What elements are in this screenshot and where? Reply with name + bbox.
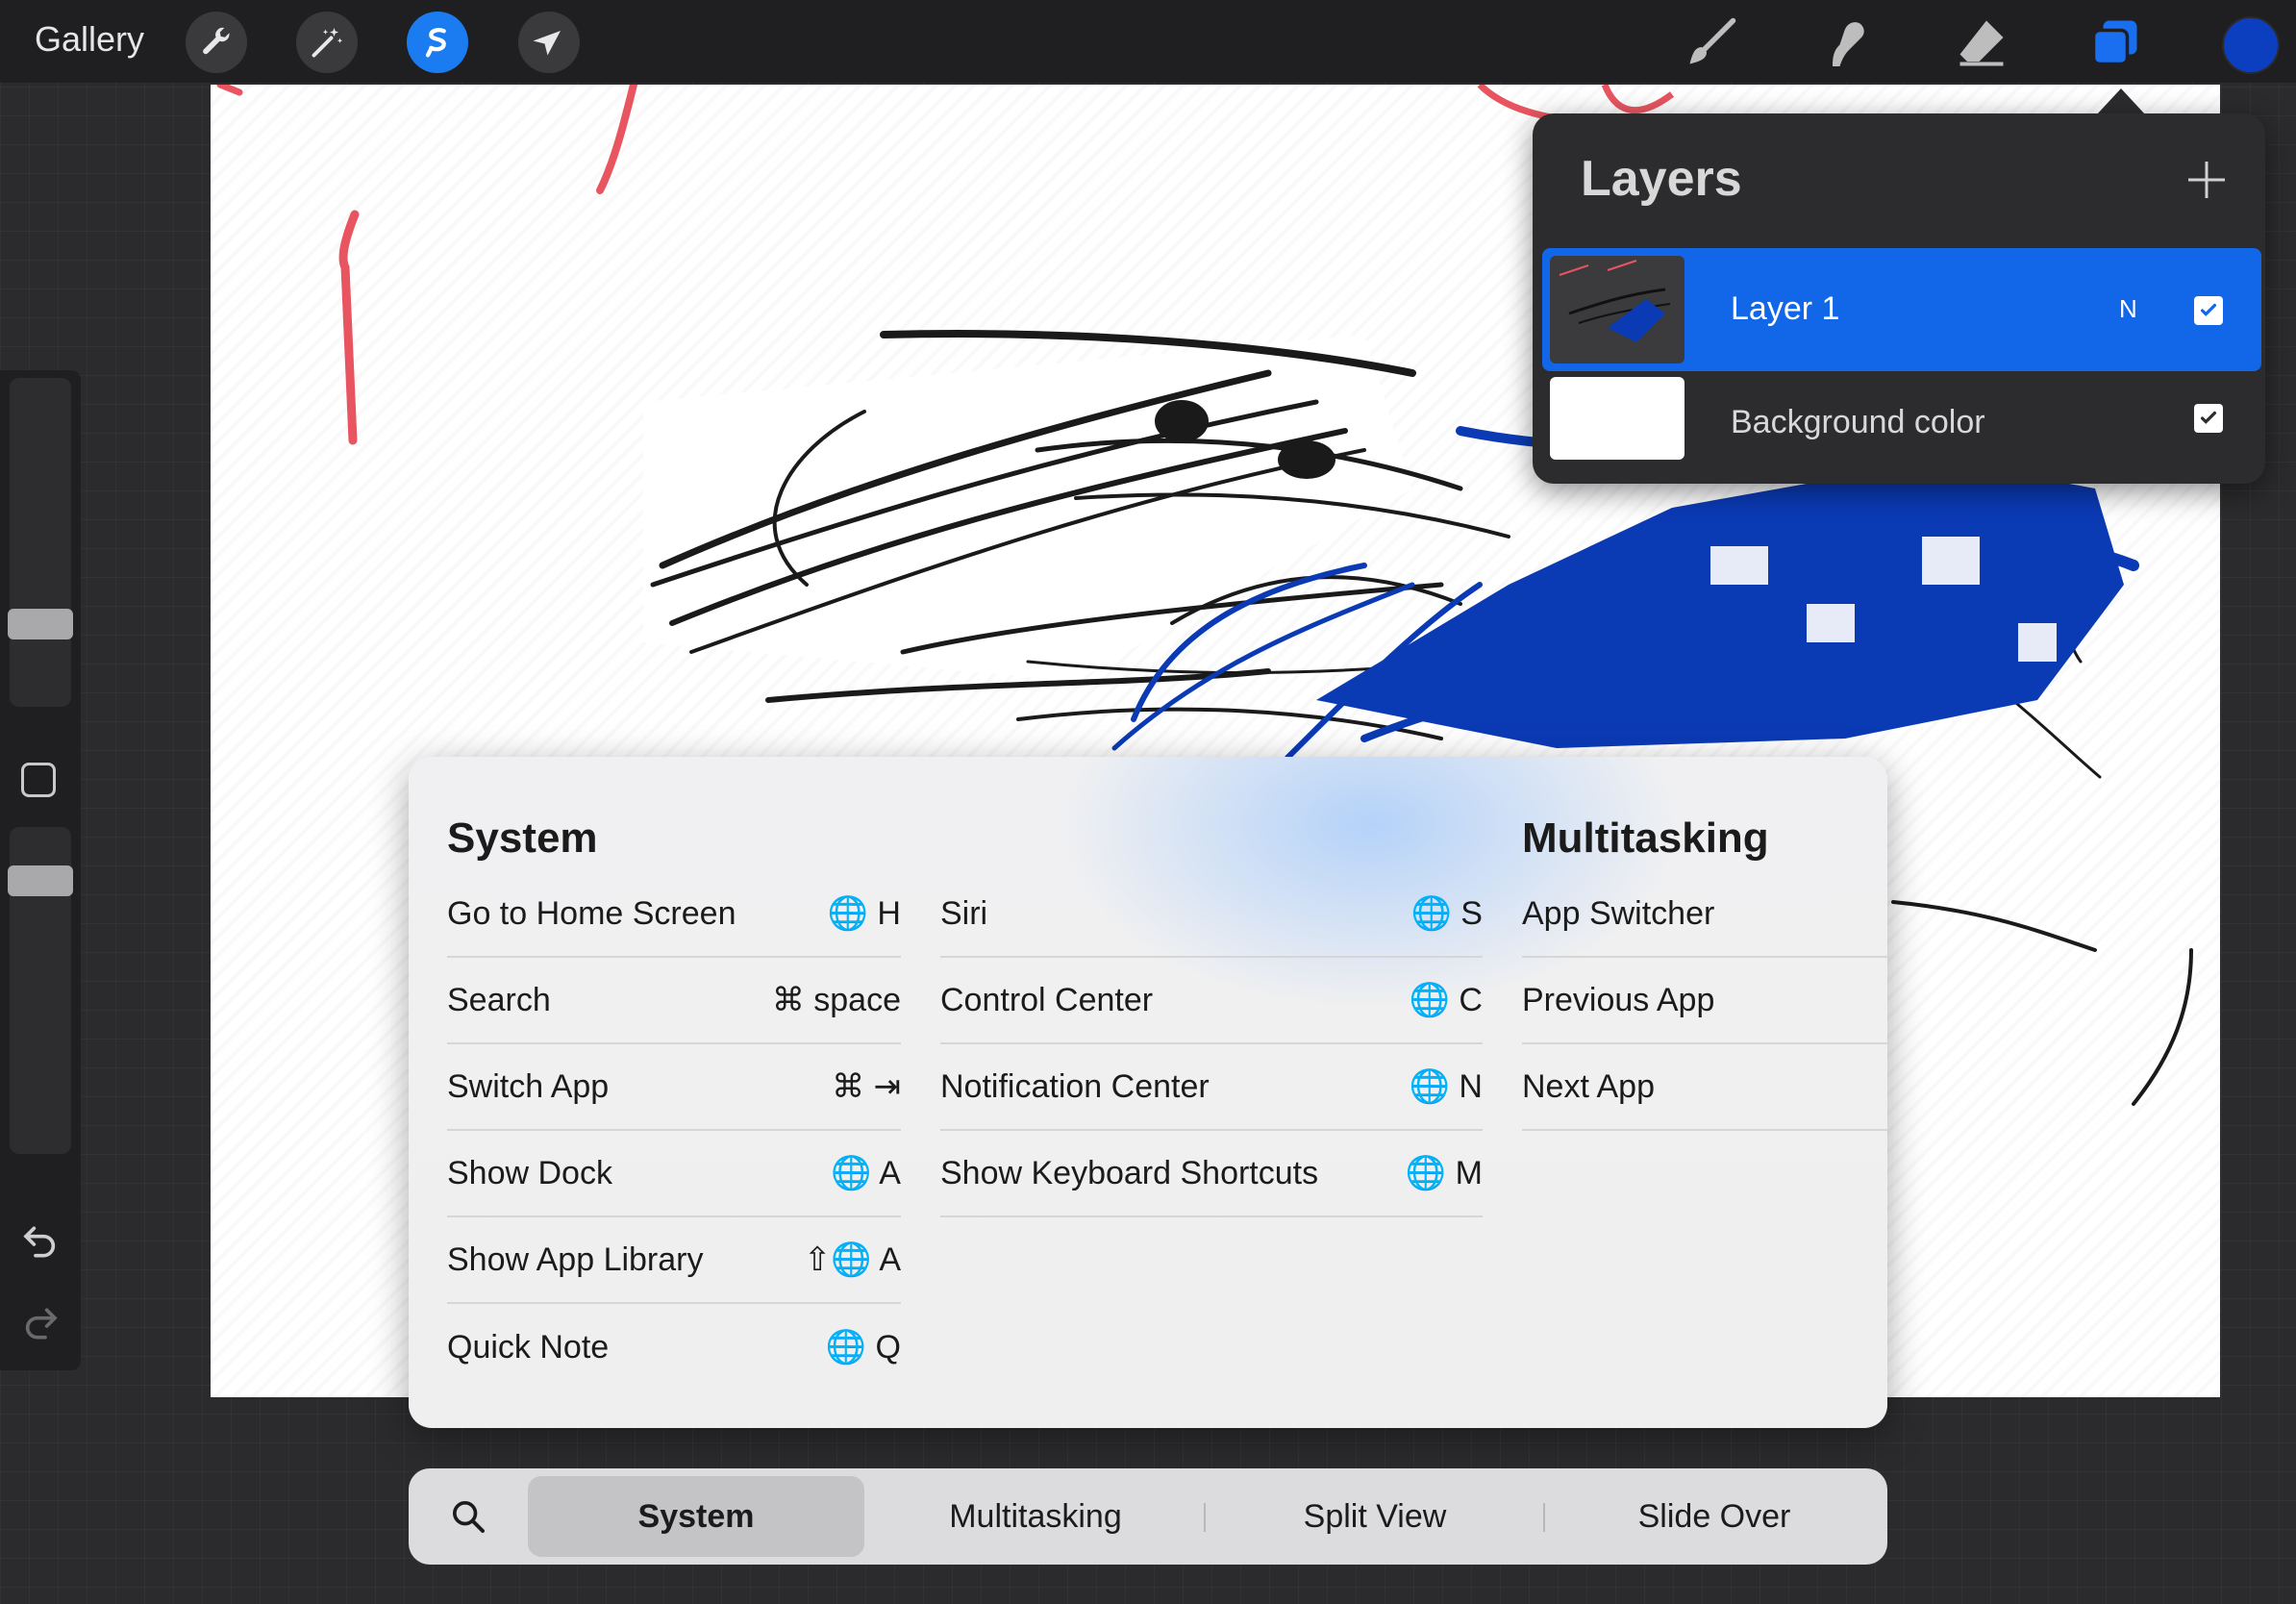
opacity-thumb[interactable] (8, 865, 73, 896)
shortcut-label: Control Center (940, 981, 1154, 1018)
shortcut-row[interactable]: Switch App ⌘ ⇥ (447, 1044, 901, 1131)
adjustments-button[interactable] (296, 12, 358, 73)
shortcut-key: ⌘ space (771, 982, 901, 1018)
selection-icon (425, 28, 446, 58)
checkmark-icon (2200, 303, 2217, 316)
keyboard-shortcuts-panel: System Multitasking Go to Home Screen 🌐 … (409, 757, 1887, 1428)
search-button[interactable] (449, 1497, 487, 1536)
shortcut-label: Next App (1522, 1067, 1655, 1105)
selection-button[interactable] (407, 12, 468, 73)
shortcut-row[interactable]: Go to Home Screen 🌐 H (447, 871, 901, 958)
layers-icon (2091, 20, 2137, 66)
shortcut-label: Siri (940, 894, 988, 932)
arrow-cursor-icon (533, 31, 561, 56)
layer-name: Background color (1731, 404, 1985, 440)
shortcut-row[interactable]: Show Keyboard Shortcuts 🌐 M (940, 1131, 1483, 1217)
shortcut-key: ⇧🌐 A (803, 1241, 901, 1278)
eraser-icon (1959, 20, 2004, 66)
gallery-button[interactable]: Gallery (35, 19, 144, 60)
shortcut-label: Go to Home Screen (447, 894, 736, 932)
shortcut-key: 🌐 N (1409, 1068, 1483, 1105)
shortcut-key: 🌐 A (831, 1155, 901, 1191)
transform-button[interactable] (518, 12, 580, 73)
tab-divider (1204, 1503, 1206, 1532)
modify-button[interactable] (21, 763, 56, 797)
eraser-button[interactable] (1951, 12, 2012, 73)
shortcut-label: Previous App (1522, 981, 1715, 1018)
color-picker-button[interactable] (2222, 16, 2280, 74)
brush-icon (1689, 17, 1736, 64)
tab-slide-over[interactable]: Slide Over (1546, 1476, 1883, 1557)
tab-multitasking[interactable]: Multitasking (867, 1476, 1204, 1557)
shortcut-key: 🌐 S (1410, 895, 1483, 932)
undo-button[interactable] (17, 1216, 63, 1263)
top-toolbar: Gallery (0, 0, 2296, 83)
add-layer-button[interactable] (2183, 156, 2231, 204)
redo-button[interactable] (17, 1298, 63, 1344)
shortcut-row[interactable]: Siri 🌐 S (940, 871, 1483, 958)
tab-divider (1543, 1503, 1545, 1532)
layers-popover-caret (2096, 88, 2146, 115)
shortcut-row[interactable]: Next App (1522, 1044, 1887, 1131)
brush-button[interactable] (1681, 12, 1742, 73)
blend-mode-button[interactable]: N (2119, 294, 2137, 324)
layer-visibility-checkbox[interactable] (2194, 296, 2223, 325)
shortcut-label: Search (447, 981, 551, 1018)
shortcut-row[interactable]: Quick Note 🌐 Q (447, 1304, 901, 1391)
shortcut-row[interactable]: Control Center 🌐 C (940, 958, 1483, 1044)
redo-icon (25, 1308, 58, 1340)
shortcut-key: 🌐 H (827, 895, 901, 932)
shortcut-key: 🌐 M (1405, 1155, 1483, 1191)
smudge-button[interactable] (1816, 12, 1878, 73)
system-section-title: System (447, 815, 598, 862)
layer-thumbnail (1550, 256, 1685, 363)
smudge-icon (1833, 22, 1864, 66)
left-sidebar (0, 370, 81, 1370)
opacity-slider[interactable] (8, 827, 73, 1154)
shortcut-label: Show Keyboard Shortcuts (940, 1154, 1319, 1191)
shortcut-row[interactable]: Search ⌘ space (447, 958, 901, 1044)
plus-icon (2188, 162, 2225, 198)
layer-row-layer-1[interactable]: Layer 1 N (1542, 248, 2261, 371)
shortcut-key: 🌐 Q (825, 1329, 901, 1366)
shortcut-row[interactable]: Show App Library ⇧🌐 A (447, 1217, 901, 1304)
shortcut-category-tabbar: System Multitasking Split View Slide Ove… (409, 1468, 1887, 1565)
checkmark-icon (2200, 411, 2217, 424)
layer-name: Layer 1 (1731, 290, 1840, 327)
shortcut-label: Notification Center (940, 1067, 1210, 1105)
layers-panel: Layers Layer 1 N Background color (1533, 113, 2265, 484)
search-icon (453, 1501, 485, 1533)
multitasking-section-title: Multitasking (1522, 815, 1769, 862)
shortcut-label: Switch App (447, 1067, 610, 1105)
layer-row-background-color[interactable]: Background color (1542, 373, 2261, 481)
shortcut-key: 🌐 C (1409, 982, 1483, 1018)
layers-button[interactable] (2084, 12, 2146, 73)
shortcut-row[interactable]: App Switcher (1522, 871, 1887, 958)
wrench-icon (203, 27, 230, 55)
shortcut-label: Show Dock (447, 1154, 612, 1191)
undo-icon (23, 1226, 56, 1258)
brush-size-thumb[interactable] (8, 609, 73, 639)
shortcut-label: Quick Note (447, 1328, 610, 1366)
background-visibility-checkbox[interactable] (2194, 404, 2223, 433)
shortcut-label: App Switcher (1522, 894, 1715, 932)
shortcut-row[interactable]: Show Dock 🌐 A (447, 1131, 901, 1217)
tab-split-view[interactable]: Split View (1207, 1476, 1543, 1557)
magic-wand-icon (312, 28, 343, 58)
actions-button[interactable] (186, 12, 247, 73)
shortcut-row[interactable]: Previous App (1522, 958, 1887, 1044)
brush-size-slider[interactable] (8, 378, 73, 707)
shortcut-key: ⌘ ⇥ (832, 1068, 901, 1105)
tab-system[interactable]: System (528, 1476, 864, 1557)
shortcut-row[interactable]: Notification Center 🌐 N (940, 1044, 1483, 1131)
layers-title: Layers (1581, 151, 1742, 207)
background-thumbnail (1550, 377, 1685, 460)
shortcut-label: Show App Library (447, 1241, 704, 1278)
